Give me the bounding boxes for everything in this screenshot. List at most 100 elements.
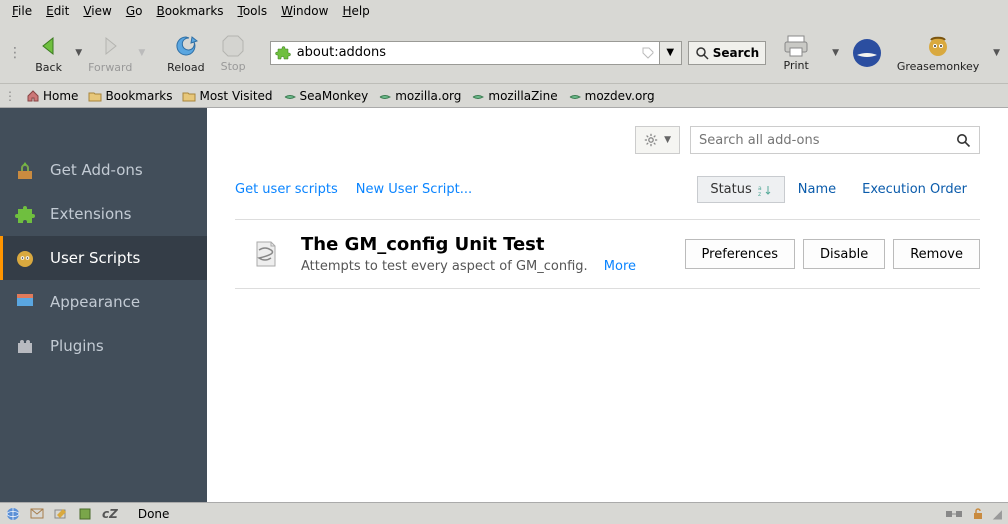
- bm-most-visited[interactable]: Most Visited: [182, 89, 272, 103]
- main-toolbar: ⋮ Back ▼ Forward ▼ Reload Stop ▼ Search …: [0, 22, 1008, 84]
- gear-icon: [644, 133, 658, 147]
- content-top-controls: ▼: [235, 126, 980, 154]
- disable-button[interactable]: Disable: [803, 239, 885, 269]
- url-bar[interactable]: [270, 41, 660, 65]
- sidebar-item-label: User Scripts: [50, 249, 140, 267]
- addon-description: Attempts to test every aspect of GM_conf…: [301, 259, 667, 274]
- home-icon: [26, 89, 40, 103]
- remove-button[interactable]: Remove: [893, 239, 980, 269]
- content-links-row: Get user scripts New User Script... Stat…: [235, 176, 980, 203]
- forward-button: Forward: [88, 25, 132, 81]
- tools-gear-button[interactable]: ▼: [635, 126, 680, 154]
- sm-icon: [378, 89, 392, 103]
- bm-mozillazine[interactable]: mozillaZine: [471, 89, 557, 103]
- url-dropdown[interactable]: ▼: [660, 41, 682, 65]
- sidebar-item-label: Appearance: [50, 293, 140, 311]
- gm-dropdown-icon[interactable]: ▼: [993, 48, 1000, 58]
- status-text: Done: [138, 507, 170, 521]
- addons-sidebar: Get Add-ons Extensions User Scripts Appe…: [0, 108, 207, 502]
- basket-icon: [14, 159, 36, 181]
- lock-icon[interactable]: [971, 507, 985, 521]
- sidebar-item-plugins[interactable]: Plugins: [0, 324, 207, 368]
- main-content: Get Add-ons Extensions User Scripts Appe…: [0, 108, 1008, 502]
- printer-icon: [782, 34, 810, 58]
- url-input[interactable]: [297, 45, 635, 60]
- menu-edit[interactable]: Edit: [40, 2, 75, 20]
- sort-controls: Status az Name Execution Order: [697, 176, 980, 203]
- sidebar-item-extensions[interactable]: Extensions: [0, 192, 207, 236]
- svg-text:z: z: [758, 191, 761, 196]
- search-button[interactable]: Search: [688, 41, 766, 65]
- search-all-input[interactable]: [699, 133, 950, 148]
- sidebar-item-appearance[interactable]: Appearance: [0, 280, 207, 324]
- arrow-left-icon: [35, 32, 63, 60]
- forward-dropdown-icon[interactable]: ▼: [138, 48, 145, 58]
- back-button[interactable]: Back: [28, 25, 69, 81]
- menu-window[interactable]: Window: [275, 2, 334, 20]
- sm-icon: [568, 89, 582, 103]
- bm-bookmarks[interactable]: Bookmarks: [88, 89, 172, 103]
- addon-puzzle-icon: [275, 45, 291, 61]
- menu-file[interactable]: File: [6, 2, 38, 20]
- reload-button[interactable]: Reload: [165, 25, 206, 81]
- print-dropdown-icon[interactable]: ▼: [832, 48, 839, 58]
- menu-go[interactable]: Go: [120, 2, 149, 20]
- print-button[interactable]: Print: [772, 25, 820, 81]
- resize-grip-icon[interactable]: ◢: [993, 507, 1002, 521]
- sidebar-item-label: Plugins: [50, 337, 104, 355]
- bm-home[interactable]: Home: [26, 89, 78, 103]
- toolbar-right: Print ▼ Greasemonkey ▼: [772, 25, 1000, 81]
- addon-body: The GM_config Unit Test Attempts to test…: [301, 234, 667, 274]
- back-dropdown-icon[interactable]: ▼: [75, 48, 82, 58]
- addons-content: ▼ Get user scripts New User Script... St…: [207, 108, 1008, 502]
- online-icon[interactable]: [945, 507, 963, 521]
- bm-seamonkey[interactable]: SeaMonkey: [283, 89, 369, 103]
- chatzilla-icon[interactable]: cZ: [102, 507, 118, 521]
- greasemonkey-icon: [925, 33, 951, 59]
- globe-icon[interactable]: [6, 507, 20, 521]
- seamonkey-logo-icon[interactable]: [851, 37, 883, 69]
- search-all-addons[interactable]: [690, 126, 980, 154]
- preferences-button[interactable]: Preferences: [685, 239, 795, 269]
- menu-bookmarks[interactable]: Bookmarks: [150, 2, 229, 20]
- drag-handle-icon: ⋮: [8, 45, 22, 61]
- folder-icon: [88, 89, 102, 103]
- arrow-right-icon: [96, 32, 124, 60]
- addon-title: The GM_config Unit Test: [301, 234, 667, 255]
- bm-mozilla[interactable]: mozilla.org: [378, 89, 461, 103]
- drag-handle-icon: ⋮: [4, 89, 16, 103]
- get-user-scripts-link[interactable]: Get user scripts: [235, 182, 338, 197]
- search-icon: [695, 46, 709, 60]
- addressbook-icon[interactable]: [78, 507, 92, 521]
- new-user-script-link[interactable]: New User Script...: [356, 182, 472, 197]
- greasemonkey-button[interactable]: Greasemonkey: [895, 25, 981, 81]
- lego-icon: [14, 335, 36, 357]
- greasemonkey-icon: [14, 247, 36, 269]
- sidebar-item-user-scripts[interactable]: User Scripts: [0, 236, 207, 280]
- sorter-name[interactable]: Name: [785, 176, 849, 203]
- addon-more-link[interactable]: More: [604, 259, 636, 274]
- sorter-status[interactable]: Status az: [697, 176, 784, 203]
- bookmark-tag-icon[interactable]: [641, 46, 655, 60]
- sm-icon: [283, 89, 297, 103]
- status-right: ◢: [945, 507, 1002, 521]
- chevron-down-icon: ▼: [664, 135, 671, 145]
- compose-icon[interactable]: [54, 507, 68, 521]
- puzzle-icon: [14, 203, 36, 225]
- menu-bar: File Edit View Go Bookmarks Tools Window…: [0, 0, 1008, 22]
- sorter-execution-order[interactable]: Execution Order: [849, 176, 980, 203]
- script-icon: [247, 236, 283, 272]
- addon-actions: Preferences Disable Remove: [685, 239, 980, 269]
- menu-help[interactable]: Help: [336, 2, 375, 20]
- sidebar-item-label: Extensions: [50, 205, 131, 223]
- sidebar-item-label: Get Add-ons: [50, 161, 143, 179]
- addon-row[interactable]: The GM_config Unit Test Attempts to test…: [235, 219, 980, 289]
- script-links: Get user scripts New User Script...: [235, 182, 472, 197]
- mail-icon[interactable]: [30, 508, 44, 520]
- status-bar: cZ Done ◢: [0, 502, 1008, 524]
- menu-tools[interactable]: Tools: [232, 2, 274, 20]
- sidebar-item-get-addons[interactable]: Get Add-ons: [0, 148, 207, 192]
- sort-asc-icon: az: [758, 184, 772, 196]
- bm-mozdev[interactable]: mozdev.org: [568, 89, 655, 103]
- menu-view[interactable]: View: [77, 2, 117, 20]
